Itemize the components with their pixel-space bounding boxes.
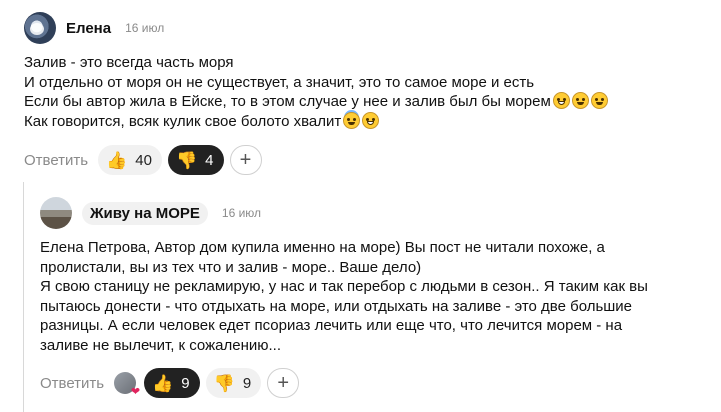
comment-line: Залив - это всегда часть моря bbox=[24, 54, 234, 71]
thumbs-down-icon: 👎 bbox=[175, 150, 198, 170]
comment-line: разницы. А если человек едет псориаз леч… bbox=[40, 317, 623, 334]
innocent-emoji-icon bbox=[343, 111, 361, 129]
comment-line-text: Если бы автор жила в Ейске, то в этом сл… bbox=[24, 93, 551, 110]
comment-line: И отдельно от моря он не существует, а з… bbox=[24, 73, 535, 91]
comment-line: Если бы автор жила в Ейске, то в этом сл… bbox=[24, 92, 608, 112]
comment2-header: Живу на МОРЕ 16 июл bbox=[40, 197, 261, 229]
comment-line: пролистали, вы из тех что и залив - море… bbox=[40, 258, 422, 276]
like-button[interactable]: 👍 40 bbox=[98, 145, 162, 175]
reply-button[interactable]: Ответить bbox=[40, 375, 104, 392]
thumbs-up-icon: 👍 bbox=[152, 373, 174, 393]
grin-emoji-icon bbox=[552, 92, 570, 109]
dislike-button[interactable]: 👎 9 bbox=[205, 368, 262, 398]
dislike-button[interactable]: 👎 4 bbox=[167, 145, 224, 175]
dislike-count: 4 bbox=[205, 151, 214, 169]
like-count: 9 bbox=[181, 374, 190, 392]
comment2-body: Елена Петрова, Автор дом купила именно н… bbox=[40, 238, 648, 355]
comment-line: Елена Петрова, Автор дом купила именно н… bbox=[40, 239, 605, 256]
comment1-body: Залив - это всегда часть моря И отдельно… bbox=[24, 53, 608, 131]
add-reaction-button[interactable]: + bbox=[229, 145, 262, 175]
comment2-actions: Ответить 👍 9 👎 9 + bbox=[40, 368, 300, 398]
comment-date: 16 июл bbox=[125, 21, 165, 35]
author-name[interactable]: Елена bbox=[66, 20, 111, 37]
author-name[interactable]: Живу на МОРЕ bbox=[82, 201, 208, 225]
avatar[interactable] bbox=[40, 197, 72, 229]
reply-button[interactable]: Ответить bbox=[24, 152, 88, 169]
smile-emoji-icon bbox=[571, 92, 589, 109]
add-reaction-button[interactable]: + bbox=[267, 368, 300, 398]
dislike-count: 9 bbox=[242, 374, 252, 392]
comment-line: пытаюсь донести - что отдыхать на море, … bbox=[40, 297, 633, 315]
comment-line: заливе не вылечит, к сожалению... bbox=[40, 336, 281, 354]
like-count: 40 bbox=[135, 151, 152, 169]
thumbs-up-icon: 👍 bbox=[106, 150, 128, 170]
smile-emoji-icon bbox=[590, 92, 608, 109]
laugh-emoji-icon bbox=[362, 111, 380, 129]
comment1-header: Елена 16 июл bbox=[24, 12, 164, 44]
thumbs-down-icon: 👎 bbox=[213, 373, 235, 393]
comment-line: Я свою станицу не рекламирую, у нас и та… bbox=[40, 278, 648, 295]
avatar[interactable] bbox=[24, 12, 56, 44]
comment-line: Как говорится, всяк кулик свое болото хв… bbox=[24, 111, 608, 132]
comment1-actions: Ответить 👍 40 👎 4 + bbox=[24, 145, 262, 175]
comment-date: 16 июл bbox=[221, 206, 262, 220]
thread-line bbox=[23, 182, 24, 412]
like-button[interactable]: 👍 9 bbox=[144, 368, 200, 398]
comment-line-text: Как говорится, всяк кулик свое болото хв… bbox=[24, 112, 342, 130]
author-liked-avatar bbox=[114, 372, 140, 398]
